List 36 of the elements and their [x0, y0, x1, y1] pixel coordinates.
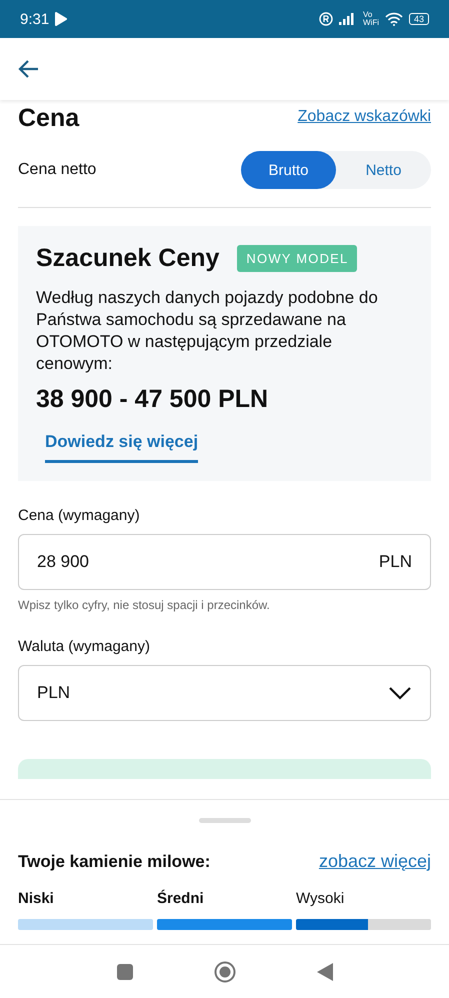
price-type-tab[interactable]: Brutto	[241, 151, 336, 189]
new-model-badge: NOWY MODEL	[237, 245, 358, 272]
currency-value: PLN	[37, 683, 70, 703]
battery-indicator: 43	[408, 13, 429, 25]
currency-dropdown[interactable]: PLN	[18, 665, 431, 721]
recents-icon[interactable]	[116, 962, 134, 980]
volte-label: Vo	[362, 11, 374, 19]
price-type-tab[interactable]: Netto	[336, 151, 431, 189]
currency-suffix: PLN	[378, 552, 412, 572]
home-icon[interactable]	[214, 960, 236, 982]
net-price-label: Cena netto	[18, 161, 96, 179]
milestone-label: Średni	[157, 890, 205, 907]
price-input[interactable]: 28 900 PLN	[18, 534, 431, 590]
back-arrow-icon	[18, 59, 40, 79]
hints-link[interactable]: Zobacz wskazówki	[298, 108, 431, 126]
drag-handle[interactable]	[198, 818, 250, 823]
milestones-title: Twoje kamienie milowe:	[18, 852, 210, 872]
see-more-link[interactable]: zobacz więcej	[318, 851, 431, 872]
price-label: Cena (wymagany)	[18, 507, 141, 524]
play-icon	[55, 12, 68, 26]
wifi-icon	[384, 12, 403, 26]
registered-icon	[318, 12, 333, 26]
wifi-label: WiFi	[362, 19, 379, 27]
helper-text: Wpisz tylko cyfry, nie stosuj spacji i przecinków.	[18, 598, 271, 612]
estimate-title: Szacunek Ceny	[36, 244, 220, 273]
back-triangle-icon[interactable]	[316, 962, 334, 982]
currency-label: Waluta (wymagany)	[18, 638, 151, 655]
learn-more-link[interactable]: Dowiedz się więcej	[45, 432, 198, 463]
clock: 9:31	[20, 10, 50, 28]
chevron-down-icon	[388, 686, 412, 700]
estimate-description: Według naszych danych pojazdy podobne do Państwa samochodu są sprzedawane na OTOMOTO w następującym przedziale cenowym:	[36, 287, 379, 375]
milestone-label: Wysoki	[296, 890, 346, 907]
section-title: Cena	[18, 104, 80, 133]
price-value: 28 900	[37, 552, 89, 572]
milestone-label: Niski	[18, 890, 55, 907]
price-range: 38 900 - 47 500 PLN	[36, 385, 270, 414]
